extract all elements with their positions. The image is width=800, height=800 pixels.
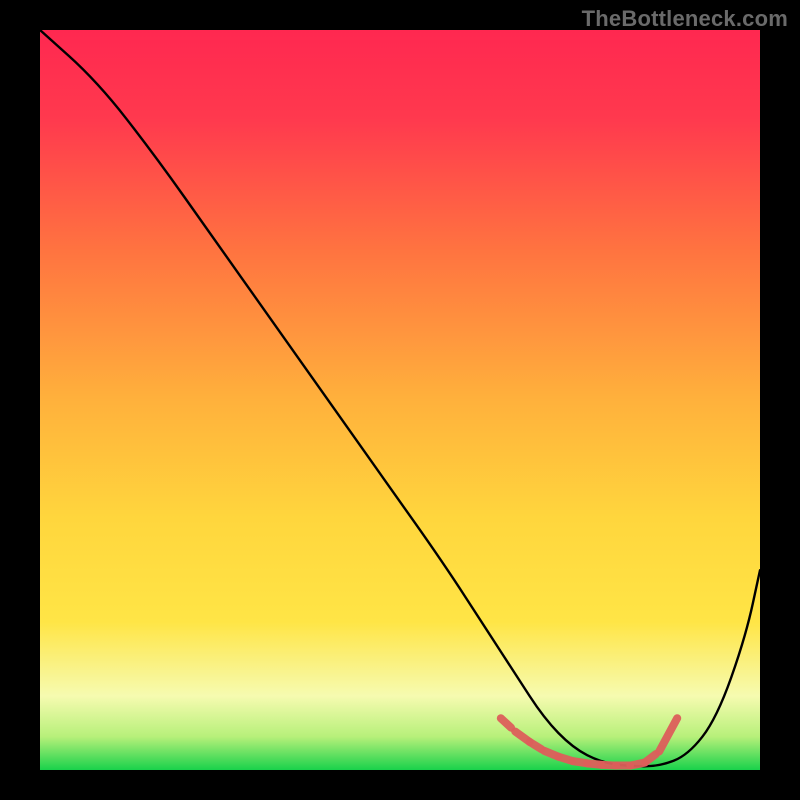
chart-svg [0,0,800,800]
chart-canvas: TheBottleneck.com [0,0,800,800]
plot-area [40,30,760,770]
watermark-text: TheBottleneck.com [582,6,788,32]
